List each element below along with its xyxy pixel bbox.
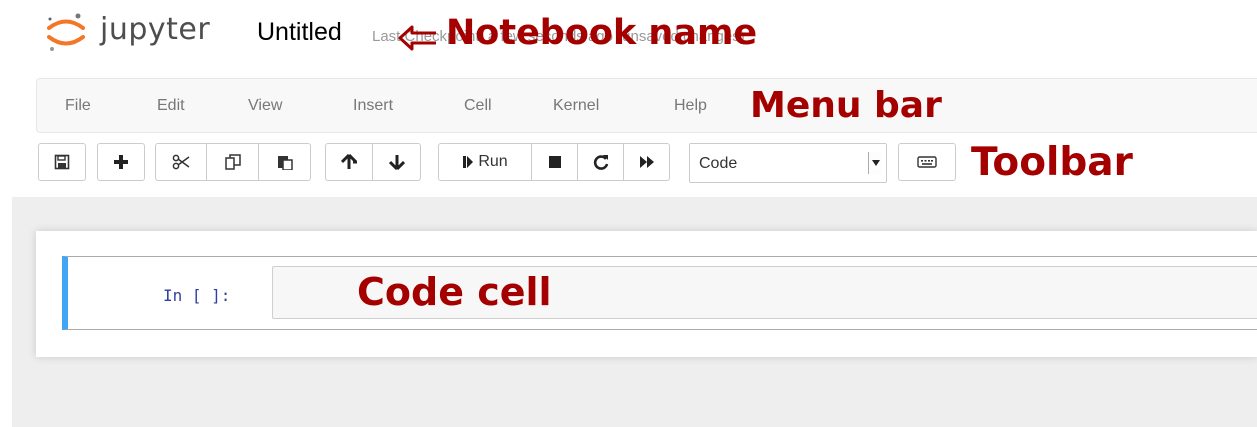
toolbar-group-run: Run	[438, 143, 670, 183]
interrupt-kernel-button[interactable]	[532, 143, 578, 181]
run-button[interactable]: Run	[438, 143, 532, 181]
left-arrow-icon	[398, 25, 436, 51]
menu-help[interactable]: Help	[674, 97, 707, 115]
insert-cell-button[interactable]	[97, 143, 145, 181]
move-up-button[interactable]	[325, 143, 373, 181]
input-prompt: In [ ]:	[163, 286, 231, 305]
menu-kernel[interactable]: Kernel	[553, 97, 599, 115]
arrow-down-icon	[388, 155, 405, 170]
restart-run-all-button[interactable]	[624, 143, 670, 181]
save-button[interactable]	[38, 143, 86, 181]
copy-button[interactable]	[207, 143, 259, 181]
run-label: Run	[478, 153, 508, 170]
toolbar-group-insert	[97, 143, 145, 183]
cut-icon	[172, 154, 190, 170]
cell-type-select[interactable]: Code	[689, 143, 887, 183]
arrow-up-icon	[341, 154, 357, 169]
annotation-code-cell: Code cell	[357, 270, 552, 314]
stop-icon	[548, 156, 561, 168]
menu-edit[interactable]: Edit	[157, 97, 185, 115]
paste-button[interactable]	[259, 143, 311, 181]
plus-icon	[114, 155, 128, 169]
cut-button[interactable]	[155, 143, 207, 181]
toolbar-group-move	[325, 143, 421, 183]
menu-file[interactable]: File	[65, 97, 91, 115]
copy-icon	[224, 154, 241, 170]
logo-text: jupyter	[100, 11, 211, 47]
menu-insert[interactable]: Insert	[353, 97, 393, 115]
toolbar-group-save	[38, 143, 86, 183]
toolbar-group-clipboard	[155, 143, 311, 183]
keyboard-icon	[917, 156, 937, 168]
menu-cell[interactable]: Cell	[464, 97, 492, 115]
restart-kernel-button[interactable]	[578, 143, 624, 181]
annotation-toolbar: Toolbar	[971, 140, 1133, 185]
command-palette-button[interactable]	[898, 143, 956, 181]
chevron-down-icon	[868, 152, 882, 174]
refresh-icon	[593, 155, 608, 170]
menu-bar: File Edit View Insert Cell Kernel Help	[36, 78, 1257, 133]
jupyter-logo[interactable]: jupyter	[44, 10, 210, 54]
menu-view[interactable]: View	[248, 97, 282, 115]
cell-type-value: Code	[699, 155, 738, 172]
jupyter-logo-icon	[47, 13, 85, 51]
save-icon	[54, 154, 70, 170]
toolbar-group-keyboard	[898, 143, 956, 183]
move-down-button[interactable]	[373, 143, 421, 181]
annotation-menu-bar: Menu bar	[750, 85, 942, 126]
notebook-name[interactable]: Untitled	[257, 18, 342, 47]
paste-icon	[277, 156, 293, 170]
step-forward-icon	[463, 156, 474, 168]
fast-forward-icon	[639, 156, 654, 168]
annotation-notebook-name: Notebook name	[446, 13, 758, 53]
